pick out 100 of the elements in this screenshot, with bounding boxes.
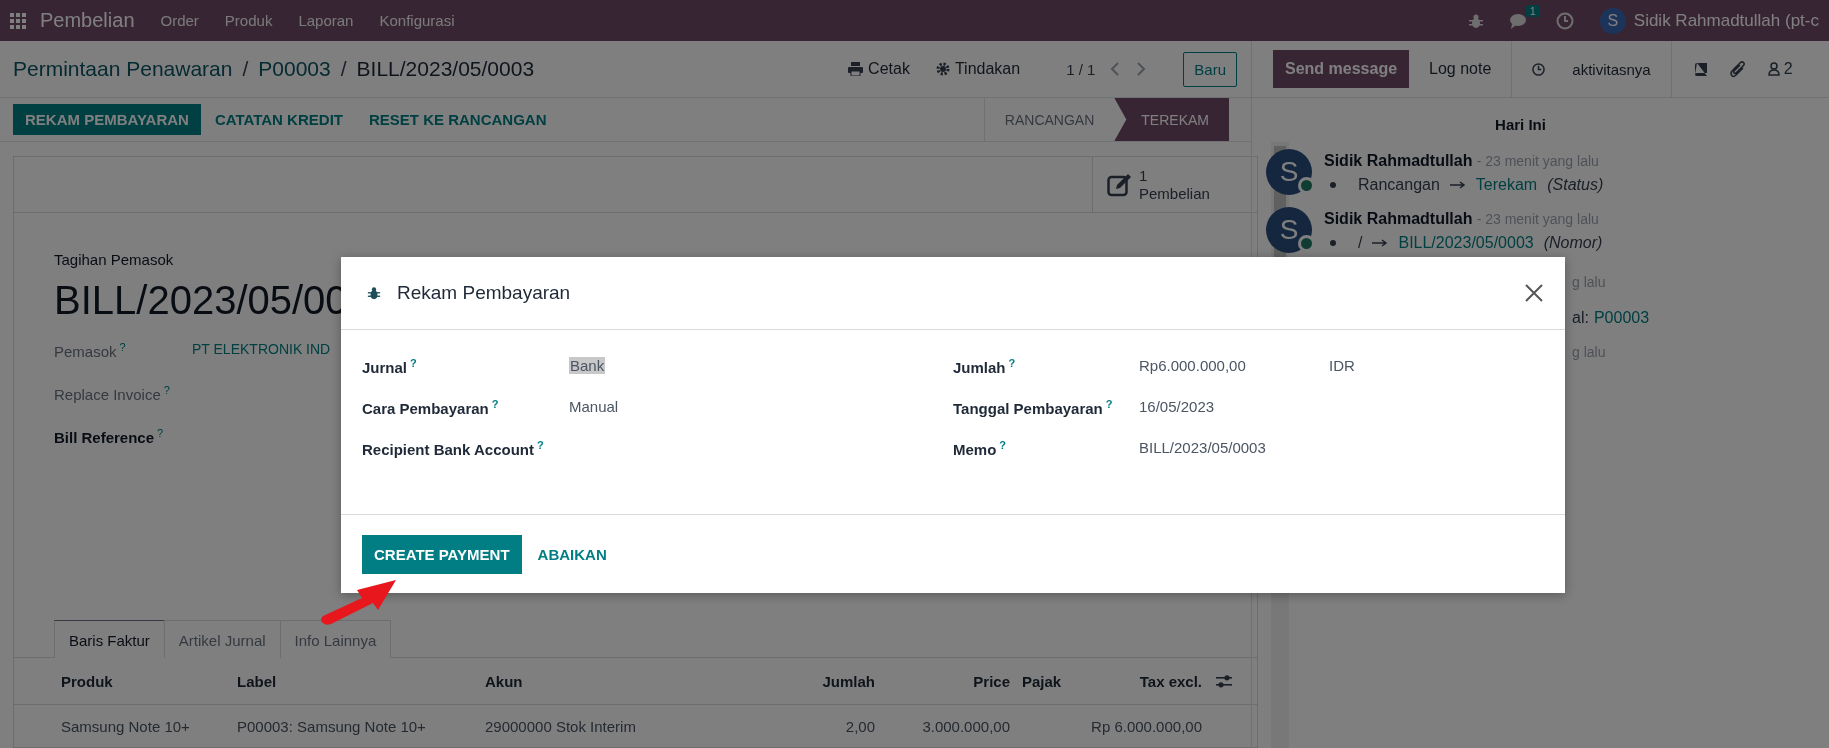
close-icon[interactable] (1525, 284, 1543, 302)
date-separator: Hari Ini (1494, 115, 1547, 135)
book-icon[interactable] (1693, 62, 1708, 76)
author-avatar[interactable]: S (1266, 149, 1312, 195)
bug-icon (367, 286, 381, 300)
old-value: Rancangan (1358, 175, 1440, 195)
field-label: Replace Invoice (54, 386, 161, 403)
user-avatar[interactable]: S (1599, 7, 1626, 34)
notebook-tab[interactable]: Baris Faktur (54, 620, 165, 658)
online-status-icon (1298, 177, 1315, 194)
table-cell-text: 2,00 (844, 717, 875, 735)
bug-icon[interactable] (1467, 12, 1484, 29)
create-payment-button[interactable]: CREATE PAYMENT (362, 534, 522, 574)
breadcrumb[interactable]: P00003 (258, 57, 331, 81)
print-button[interactable]: Cetak (848, 60, 910, 78)
status-step[interactable]: TEREKAM (1114, 98, 1229, 141)
field-label: Memo (953, 441, 997, 458)
help-tooltip[interactable]: ? (119, 341, 126, 353)
arrow-icon (1372, 239, 1389, 247)
action-button[interactable]: CATATAN KREDIT (202, 104, 355, 135)
message-text: al: (1572, 308, 1589, 328)
purchase-smart-button[interactable]: 1 Pembelian (1092, 157, 1257, 212)
field-label: Jumlah (953, 359, 1006, 376)
dialog-title: Rekam Pembayaran (397, 282, 571, 304)
changed-field-name: (Status) (1547, 175, 1604, 195)
app-name[interactable]: Pembelian (40, 9, 135, 32)
table-cell-text: Samsung Note 10+ (61, 717, 191, 735)
actions-button[interactable]: Tindakan (935, 60, 1021, 78)
smart-button-label: Pembelian (1139, 184, 1210, 203)
currency-field[interactable]: IDR (1329, 357, 1355, 374)
column-header[interactable]: Akun (485, 672, 715, 690)
column-header[interactable]: Label (237, 672, 485, 690)
pager-value: 1 / 1 (1066, 60, 1096, 78)
menu-item[interactable]: Produk (224, 12, 273, 29)
field-label: Bill Reference (54, 429, 155, 446)
field-label: Recipient Bank Account (362, 441, 534, 458)
column-header[interactable]: Pajak (1010, 672, 1082, 690)
field-value[interactable]: BILL/2023/05/0003 (1139, 439, 1329, 456)
next-icon[interactable] (1135, 62, 1148, 76)
changed-field-name: (Nomor) (1543, 233, 1603, 253)
message-author[interactable]: Sidik Rahmadtullah (1324, 152, 1473, 169)
user-name[interactable]: Sidik Rahmadtullah (pt-c (1633, 10, 1819, 31)
printer-icon (848, 62, 864, 76)
menu-item[interactable]: Order (160, 12, 199, 29)
new-button[interactable]: Baru (1183, 51, 1237, 87)
new-value: BILL/2023/05/0003 (1398, 233, 1534, 253)
help-tooltip[interactable]: ? (491, 398, 499, 410)
field-label: Tanggal Pembayaran (953, 400, 1103, 417)
field-label: Pemasok (54, 343, 117, 360)
author-avatar[interactable]: S (1266, 207, 1312, 253)
column-header[interactable]: Price (875, 672, 1010, 690)
field-value[interactable]: Manual (569, 398, 759, 415)
field-value[interactable]: 16/05/2023 (1139, 398, 1329, 415)
old-value: / (1358, 233, 1363, 253)
new-value: Terekam (1475, 175, 1538, 195)
table-cell-text: Rp 6.000.000,00 (1090, 717, 1202, 735)
notebook-tab[interactable]: Artikel Jurnal (163, 620, 281, 658)
gear-icon (935, 62, 950, 76)
bullet-icon (1330, 240, 1336, 246)
followers-button[interactable]: 2 (1767, 60, 1793, 78)
online-status-icon (1298, 235, 1315, 252)
message-author[interactable]: Sidik Rahmadtullah (1324, 210, 1473, 227)
help-tooltip[interactable]: ? (157, 427, 164, 439)
field-value[interactable]: PT ELEKTRONIK IND (192, 341, 331, 357)
paperclip-icon[interactable] (1729, 60, 1746, 78)
help-tooltip[interactable]: ? (537, 439, 544, 451)
field-label: Jurnal (362, 359, 407, 376)
column-settings-icon[interactable] (1216, 674, 1232, 688)
send-message-button[interactable]: Send message (1273, 50, 1410, 88)
field-label: Cara Pembayaran (362, 400, 489, 417)
breadcrumb: BILL/2023/05/0003 (356, 57, 535, 81)
column-header[interactable]: Produk (61, 672, 237, 690)
document-title: BILL/2023/05/00 (54, 278, 348, 323)
help-tooltip[interactable]: ? (1105, 398, 1113, 410)
edit-icon (1107, 172, 1133, 197)
apps-grid-icon[interactable] (10, 12, 26, 29)
menu-item[interactable]: Konfigurasi (379, 12, 455, 29)
help-tooltip[interactable]: ? (163, 384, 170, 396)
arrow-icon (1449, 181, 1466, 189)
help-tooltip[interactable]: ? (1008, 357, 1016, 369)
column-header[interactable]: Tax excl. (1082, 672, 1202, 690)
document-type-label: Tagihan Pemasok (54, 251, 175, 268)
clock-icon (1532, 62, 1546, 76)
action-button[interactable]: RESET KE RANCANGAN (356, 104, 559, 135)
action-button[interactable]: REKAM PEMBAYARAN (13, 104, 201, 135)
message-count-badge: 1 (1525, 4, 1540, 17)
notebook-tab[interactable]: Info Lainnya (279, 620, 392, 658)
help-tooltip[interactable]: ? (410, 357, 417, 369)
breadcrumb[interactable]: Permintaan Penawaran (13, 57, 233, 81)
help-tooltip[interactable]: ? (999, 439, 1007, 451)
message-link[interactable]: P00003 (1593, 307, 1650, 328)
column-header[interactable]: Jumlah (715, 672, 875, 690)
previous-icon[interactable] (1109, 62, 1122, 76)
table-cell-text: 29000000 Stok Interim (485, 717, 637, 735)
field-value[interactable]: Rp6.000.000,00 (1139, 357, 1329, 374)
table-cell-text: P00003: Samsung Note 10+ (237, 717, 427, 735)
menu-item[interactable]: Laporan (298, 12, 354, 29)
discard-button[interactable]: ABAIKAN (525, 534, 619, 574)
clock-icon[interactable] (1555, 11, 1574, 30)
field-value[interactable]: Bank (569, 357, 606, 374)
